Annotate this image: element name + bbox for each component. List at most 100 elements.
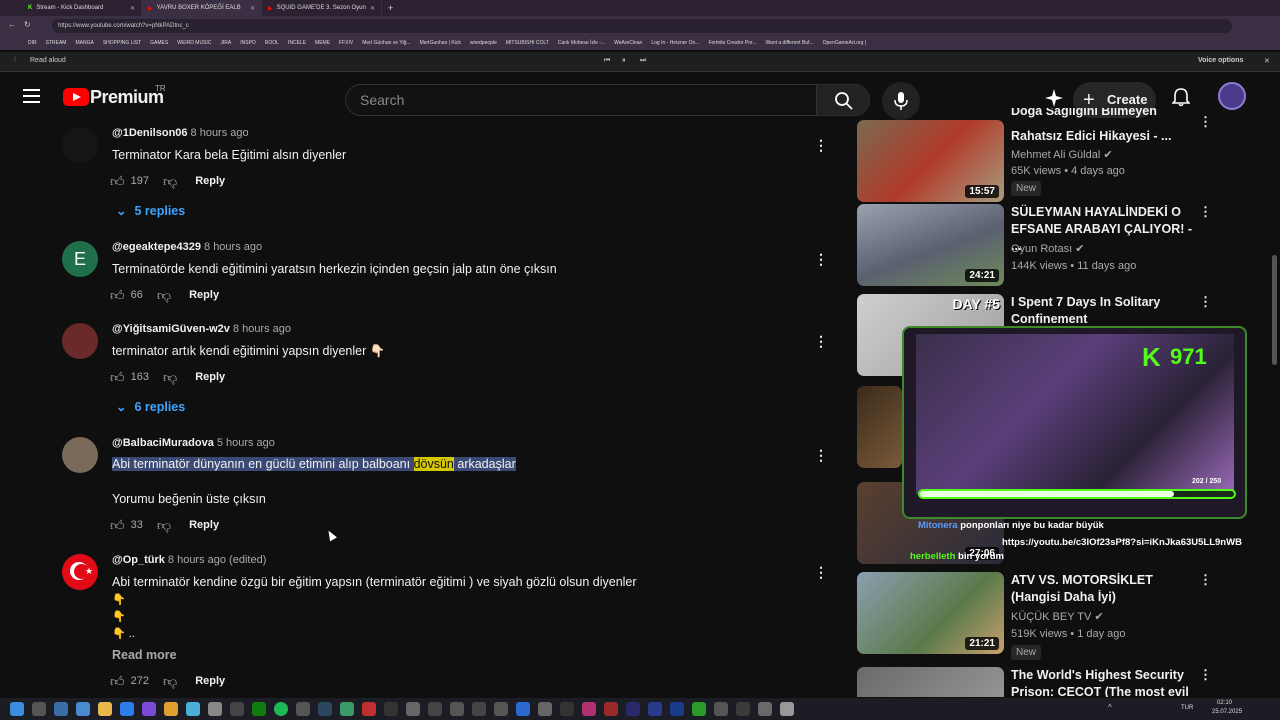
comment-time[interactable]: 8 hours ago (edited) (168, 554, 266, 566)
more-options-icon[interactable]: ⋮ (814, 447, 828, 463)
bookmark-item[interactable]: Canlı Mobese İzle -... (558, 40, 605, 46)
pause-icon[interactable]: ⏸ (622, 57, 626, 65)
avatar[interactable]: ★ (62, 554, 98, 590)
more-options-icon[interactable]: ⋮ (1199, 114, 1212, 130)
widgets-icon[interactable] (76, 702, 90, 716)
bookmark-item[interactable]: INCELE (288, 40, 306, 46)
video-title[interactable]: ATV VS. MOTORSİKLET (Hangisi Daha İyi) (1011, 572, 1201, 606)
bookmark-item[interactable]: Fortnite Creator Por... (708, 40, 756, 46)
task-view-icon[interactable] (54, 702, 68, 716)
comment-author[interactable]: @Op_türk (112, 554, 165, 566)
comment-author[interactable]: @YiğitsamiGüven-w2v (112, 323, 230, 335)
bookmark-item[interactable]: WEIRD MUSIC (177, 40, 211, 46)
reply-button[interactable]: Reply (195, 675, 225, 687)
comment-time[interactable]: 5 hours ago (217, 437, 275, 449)
comment-time[interactable]: 8 hours ago (233, 323, 291, 335)
like-icon[interactable]: 👍︎ (110, 673, 125, 690)
bookmark-item[interactable]: Want a different Buf... (766, 40, 814, 46)
comment-time[interactable]: 8 hours ago (191, 127, 249, 139)
related-video[interactable]: The World's Highest Security Prison: CECO… (857, 667, 1257, 697)
like-icon[interactable]: 👍︎ (110, 173, 125, 190)
app-icon[interactable] (208, 702, 222, 716)
tab-squid-game[interactable]: ▶ SQUID GAME'DE 3. Sezon Oyun ✕ (262, 0, 382, 16)
close-icon[interactable]: ✕ (1264, 57, 1270, 65)
app-icon[interactable] (428, 702, 442, 716)
bookmark-item[interactable]: MANGA (75, 40, 93, 46)
language-indicator[interactable]: TUR (1181, 705, 1193, 711)
bookmark-item[interactable]: Mert Günhan ve Yiğ... (362, 40, 410, 46)
search-icon[interactable] (32, 702, 46, 716)
app-icon[interactable] (450, 702, 464, 716)
avatar[interactable] (62, 127, 98, 163)
voice-options-button[interactable]: Voice options (1198, 57, 1243, 64)
new-tab-icon[interactable]: + (388, 3, 393, 13)
account-avatar[interactable] (1218, 82, 1246, 110)
app-icon[interactable] (362, 702, 376, 716)
video-thumbnail[interactable] (857, 667, 1004, 697)
app-icon[interactable] (516, 702, 530, 716)
more-options-icon[interactable]: ⋮ (814, 251, 828, 267)
like-icon[interactable]: 👍︎ (110, 517, 125, 534)
app-icon[interactable] (384, 702, 398, 716)
app-icon[interactable] (230, 702, 244, 716)
close-icon[interactable]: ✕ (370, 5, 375, 12)
app-icon[interactable] (406, 702, 420, 716)
app-icon[interactable] (736, 702, 750, 716)
app-icon[interactable] (142, 702, 156, 716)
bookmark-item[interactable]: STREAM (46, 40, 67, 46)
close-icon[interactable]: ✕ (130, 5, 135, 12)
spotify-icon[interactable] (274, 702, 288, 716)
app-icon[interactable] (494, 702, 508, 716)
bookmark-item[interactable]: MITSUBISHI COLT (506, 40, 549, 46)
bookmark-item[interactable]: SHOPPING LIST (103, 40, 141, 46)
clock-date[interactable]: 25.07.2025 (1212, 709, 1242, 715)
like-icon[interactable]: 👍︎ (110, 369, 125, 386)
close-icon[interactable]: ✕ (250, 5, 255, 12)
reply-button[interactable]: Reply (195, 371, 225, 383)
video-thumbnail[interactable]: 15:57 (857, 120, 1004, 202)
next-icon[interactable]: ⏭ (640, 57, 646, 65)
avatar[interactable]: E (62, 241, 98, 277)
channel-name[interactable]: KÜÇÜK BEY TV ✔ (1011, 610, 1104, 623)
app-icon[interactable] (472, 702, 486, 716)
tab-youtube-video[interactable]: ▶ YAVRU BOXER KÖPEĞİ EALB ✕ (142, 0, 262, 16)
url-field[interactable]: https://www.youtube.com/watch?v=pNkPADtn… (52, 19, 1232, 33)
comment-author[interactable]: @BalbaciMuradova (112, 437, 214, 449)
app-icon[interactable] (120, 702, 134, 716)
bookmark-item[interactable]: MEME (315, 40, 330, 46)
folder-icon[interactable] (98, 702, 112, 716)
more-options-icon[interactable]: ⋮ (814, 564, 828, 580)
video-thumbnail[interactable]: 21:21 (857, 572, 1004, 654)
channel-name[interactable]: Oyun Rotası ✔ (1011, 242, 1084, 255)
search-input[interactable]: Search (345, 84, 825, 116)
dislike-icon[interactable]: 👎︎ (163, 369, 177, 386)
more-options-icon[interactable]: ⋮ (1199, 667, 1212, 683)
bookmark-item[interactable]: GAMES (150, 40, 168, 46)
dislike-icon[interactable]: 👎︎ (163, 173, 177, 190)
related-video[interactable]: 21:21 ATV VS. MOTORSİKLET (Hangisi Daha İ… (857, 572, 1257, 660)
prev-icon[interactable]: ⏮ (604, 57, 610, 65)
youtube-logo-icon[interactable] (63, 88, 89, 106)
bookmark-item[interactable]: JIRA (220, 40, 231, 46)
menu-icon[interactable] (23, 89, 40, 103)
tab-kick-dashboard[interactable]: K Stream - Kick Dashboard ✕ (22, 0, 142, 16)
app-icon[interactable] (648, 702, 662, 716)
video-title[interactable]: I Spent 7 Days In Solitary Confinement (1011, 294, 1201, 328)
reply-button[interactable]: Reply (189, 519, 219, 531)
bookmark-item[interactable]: INSPO (240, 40, 256, 46)
back-icon[interactable]: ← (8, 20, 16, 29)
start-icon[interactable] (10, 702, 24, 716)
comment-author[interactable]: @1Denilson06 (112, 127, 188, 139)
bookmark-item[interactable]: DIR (28, 40, 37, 46)
reply-button[interactable]: Reply (195, 175, 225, 187)
view-replies-button[interactable]: ⌄ 5 replies (116, 203, 185, 218)
comment-time[interactable]: 8 hours ago (204, 241, 262, 253)
related-video[interactable]: 15:57 Doğa Sağlığını Bilmeyen Rahatsız Ed… (857, 108, 1257, 202)
app-icon[interactable] (582, 702, 596, 716)
more-options-icon[interactable]: ⋮ (1199, 294, 1212, 310)
app-icon[interactable] (670, 702, 684, 716)
dislike-icon[interactable]: 👎︎ (157, 287, 171, 304)
app-icon[interactable] (714, 702, 728, 716)
related-video[interactable]: 24:21 SÜLEYMAN HAYALİNDEKİ O EFSANE ARABA… (857, 204, 1257, 288)
app-icon[interactable] (626, 702, 640, 716)
